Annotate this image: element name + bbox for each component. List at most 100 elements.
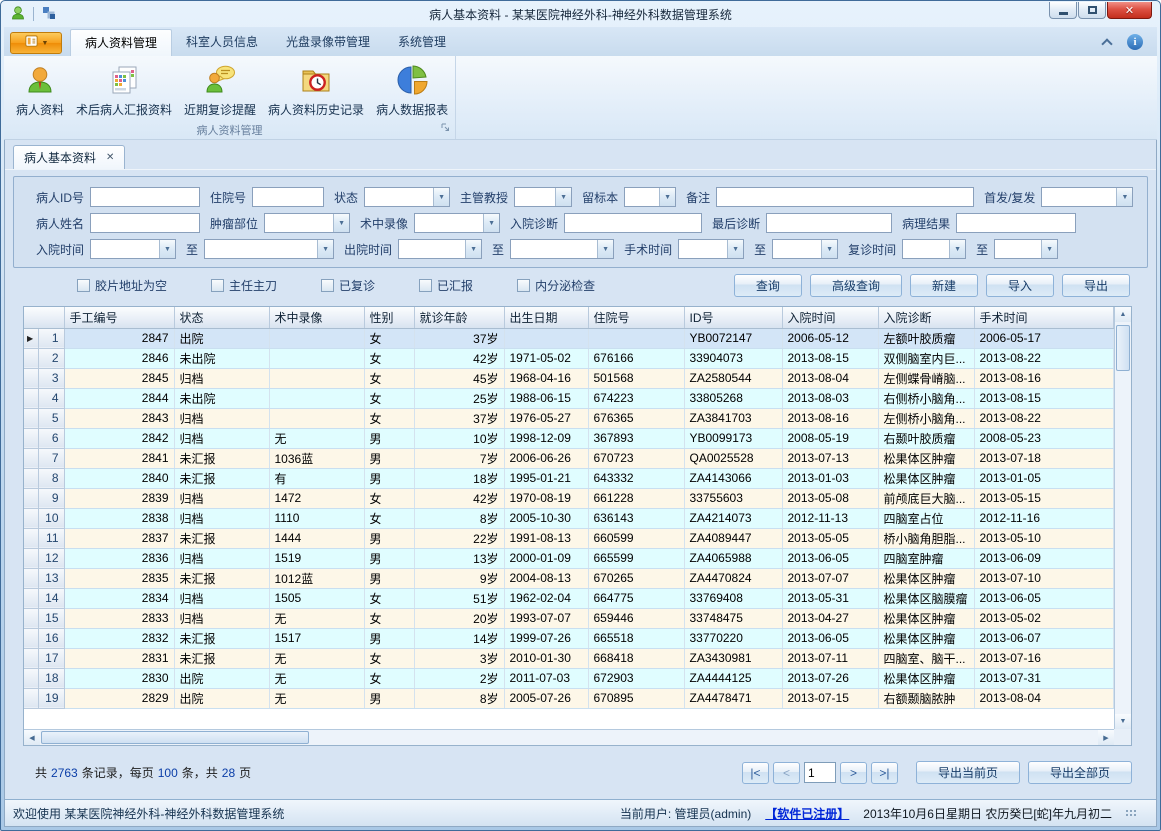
export-button[interactable]: 导出 [1062,274,1130,297]
column-header-5[interactable]: 出生日期 [504,307,588,328]
chevron-down-icon[interactable]: ▼ [597,240,613,258]
table-row[interactable]: 152833归档无女20岁1993-07-0765944633748475201… [24,608,1114,628]
chevron-down-icon[interactable]: ▼ [483,214,499,232]
discharge-date-to-combo[interactable]: ▼ [510,239,614,259]
column-header-4[interactable]: 就诊年龄 [414,307,504,328]
admission-diagnosis-field[interactable] [564,213,702,233]
patient-name-field[interactable] [90,213,200,233]
table-row[interactable]: 102838归档1110女8岁2005-10-30636143ZA4214073… [24,508,1114,528]
column-header-9[interactable]: 入院诊断 [878,307,974,328]
vertical-scrollbar[interactable]: ▲ ▼ [1114,307,1131,729]
column-header-8[interactable]: 入院时间 [782,307,878,328]
column-header-6[interactable]: 住院号 [588,307,684,328]
table-row[interactable]: 62842归档无男10岁1998-12-09367893YB0099173200… [24,428,1114,448]
revisited-checkbox[interactable]: 已复诊 [321,277,375,294]
maximize-button[interactable] [1078,2,1106,19]
collapse-ribbon-icon[interactable] [1101,38,1112,49]
prev-page-button[interactable]: < [773,762,800,784]
table-row[interactable]: 182830出院无女2岁2011-07-03672903ZA4444125201… [24,668,1114,688]
export-all-pages-button[interactable]: 导出全部页 [1028,761,1132,784]
admission-date-from-combo[interactable]: ▼ [90,239,176,259]
surgery-video-combo[interactable]: ▼ [414,213,500,233]
dialog-launcher-icon[interactable] [441,122,451,136]
ribbon-tab-1[interactable]: 科室人员信息 [172,29,272,56]
tab-close-icon[interactable]: ✕ [106,152,114,163]
table-row[interactable]: 32845归档女45岁1968-04-16501568ZA25805442013… [24,368,1114,388]
professor-combo[interactable]: ▼ [514,187,572,207]
horizontal-scroll-thumb[interactable] [41,731,309,744]
table-row[interactable]: 192829出院无男8岁2005-07-26670895ZA4478471201… [24,688,1114,708]
query-button[interactable]: 查询 [734,274,802,297]
endocrine-exam-checkbox[interactable]: 内分泌检查 [517,277,595,294]
last-page-button[interactable]: >| [871,762,898,784]
table-row[interactable]: 172831未汇报无女3岁2010-01-30668418ZA343098120… [24,648,1114,668]
close-button[interactable]: ✕ [1107,2,1152,19]
chevron-down-icon[interactable]: ▼ [317,240,333,258]
table-row[interactable]: 92839归档1472女42岁1970-08-19661228337556032… [24,488,1114,508]
reported-checkbox[interactable]: 已汇报 [419,277,473,294]
chevron-down-icon[interactable]: ▼ [949,240,965,258]
checkbox-icon[interactable] [77,279,90,292]
first-or-relapse-combo[interactable]: ▼ [1041,187,1133,207]
checkbox-icon[interactable] [419,279,432,292]
column-header-1[interactable]: 状态 [174,307,269,328]
ribbon-tab-2[interactable]: 光盘录像带管理 [272,29,384,56]
import-button[interactable]: 导入 [986,274,1054,297]
application-menu-button[interactable]: ▼ [10,32,62,54]
scroll-left-icon[interactable]: ◀ [24,730,40,745]
column-header-10[interactable]: 手术时间 [974,307,1114,328]
column-header-3[interactable]: 性别 [364,307,414,328]
horizontal-scrollbar[interactable]: ◀ ▶ [24,729,1114,745]
table-row[interactable]: 42844未出院女25岁1988-06-15674223338052682013… [24,388,1114,408]
admission-date-to-combo[interactable]: ▼ [204,239,334,259]
chevron-down-icon[interactable]: ▼ [465,240,481,258]
export-current-page-button[interactable]: 导出当前页 [916,761,1020,784]
ribbon-tab-3[interactable]: 系统管理 [384,29,460,56]
column-header-0[interactable]: 手工编号 [64,307,174,328]
checkbox-icon[interactable] [211,279,224,292]
table-row[interactable]: 82840未汇报有男18岁1995-01-21643332ZA414306620… [24,468,1114,488]
data-report-button[interactable]: 病人数据报表 [370,60,454,120]
chevron-down-icon[interactable]: ▼ [333,214,349,232]
table-row[interactable]: ▶12847出院女37岁YB00721472006-05-12左额叶胶质瘤200… [24,328,1114,348]
scroll-right-icon[interactable]: ▶ [1098,730,1114,745]
table-row[interactable]: 132835未汇报1012蓝男9岁2004-08-13670265ZA44708… [24,568,1114,588]
post-op-report-button[interactable]: 术后病人汇报资料 [70,60,178,120]
discharge-date-from-combo[interactable]: ▼ [398,239,482,259]
table-row[interactable]: 22846未出院女42岁1971-05-02676166339040732013… [24,348,1114,368]
registered-link[interactable]: 【软件已注册】 [765,805,849,822]
admission-number-field[interactable] [252,187,324,207]
tab-patient-basic-info[interactable]: 病人基本资料 ✕ [13,145,125,169]
resize-grip[interactable] [1126,810,1136,816]
pathology-result-field[interactable] [956,213,1076,233]
status-combo[interactable]: ▼ [364,187,450,207]
info-icon[interactable]: i [1127,34,1143,50]
history-record-button[interactable]: 病人资料历史记录 [262,60,370,120]
chevron-down-icon[interactable]: ▼ [727,240,743,258]
remark-field[interactable] [716,187,974,207]
table-row[interactable]: 112837未汇报1444男22岁1991-08-13660599ZA40894… [24,528,1114,548]
column-header-2[interactable]: 术中录像 [269,307,364,328]
chevron-down-icon[interactable]: ▼ [555,188,571,206]
ribbon-tab-0[interactable]: 病人资料管理 [70,29,172,56]
minimize-button[interactable] [1049,2,1077,19]
table-row[interactable]: 52843归档女37岁1976-05-27676365ZA38417032013… [24,408,1114,428]
checkbox-icon[interactable] [517,279,530,292]
surgery-date-from-combo[interactable]: ▼ [678,239,744,259]
column-header-7[interactable]: ID号 [684,307,782,328]
revisit-reminder-button[interactable]: 近期复诊提醒 [178,60,262,120]
chief-surgeon-checkbox[interactable]: 主任主刀 [211,277,277,294]
chevron-down-icon[interactable]: ▼ [433,188,449,206]
chevron-down-icon[interactable]: ▼ [1041,240,1057,258]
advanced-query-button[interactable]: 高级查询 [810,274,902,297]
table-row[interactable]: 142834归档1505女51岁1962-02-0466477533769408… [24,588,1114,608]
checkbox-icon[interactable] [321,279,334,292]
revisit-date-to-combo[interactable]: ▼ [994,239,1058,259]
surgery-date-to-combo[interactable]: ▼ [772,239,838,259]
chevron-down-icon[interactable]: ▼ [659,188,675,206]
next-page-button[interactable]: > [840,762,867,784]
table-row[interactable]: 72841未汇报1036蓝男7岁2006-06-26670723QA002552… [24,448,1114,468]
specimen-combo[interactable]: ▼ [624,187,676,207]
tumor-site-combo[interactable]: ▼ [264,213,350,233]
page-input[interactable] [804,762,836,783]
